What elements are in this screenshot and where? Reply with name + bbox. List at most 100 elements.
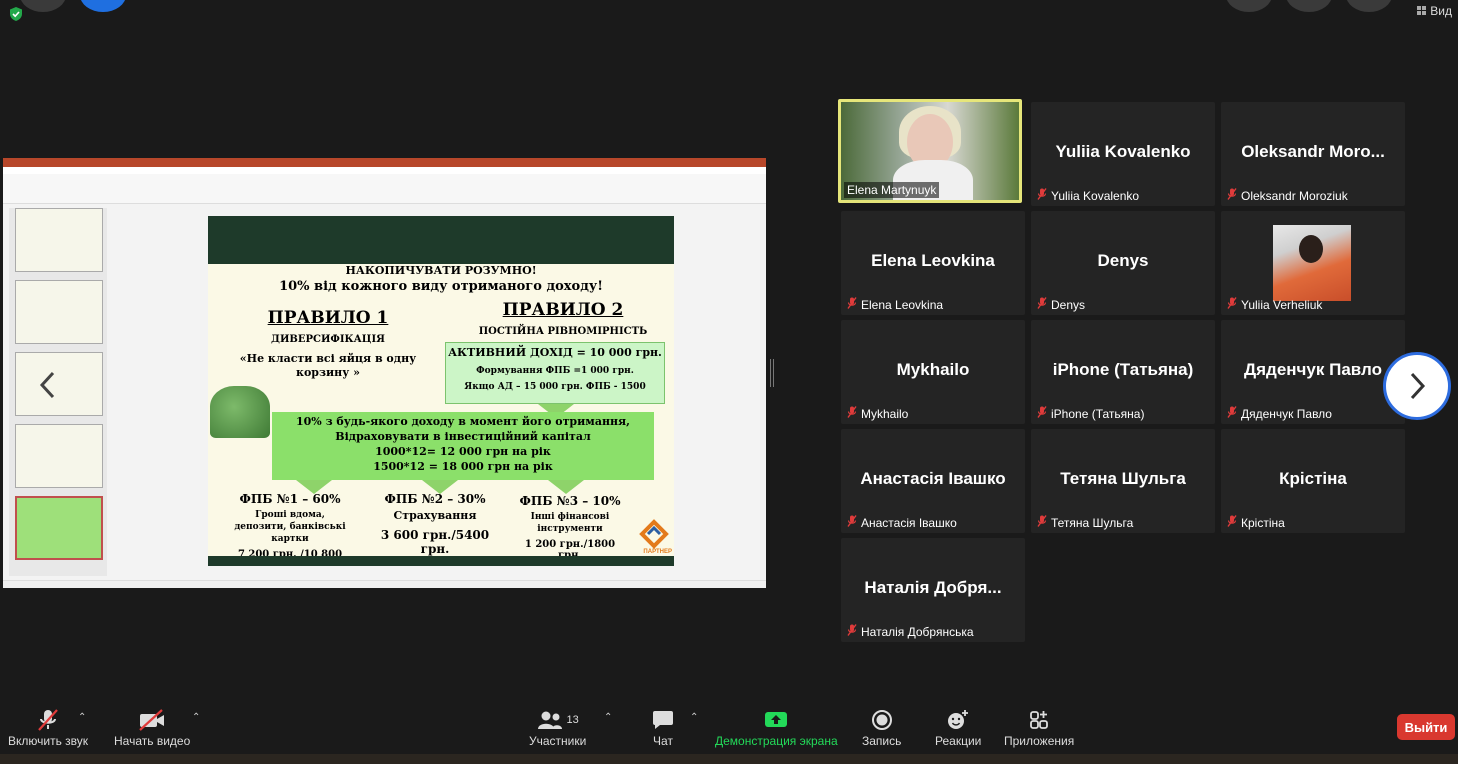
participant-name-label: Анастасія Івашко xyxy=(847,515,957,530)
active-income-text: АКТИВНИЙ ДОХІД = 10 000 грн. xyxy=(448,346,662,359)
microphone-muted-icon xyxy=(38,709,58,731)
participant-name: Denys xyxy=(1051,297,1086,312)
split-view-divider[interactable] xyxy=(770,359,774,387)
participant-name-label: Oleksandr Moroziuk xyxy=(1227,188,1348,203)
participants-icon xyxy=(537,711,562,729)
top-bar-button[interactable] xyxy=(1286,0,1332,12)
start-video-button[interactable]: Начать видео xyxy=(114,708,190,748)
participant-name-label: Yuliia Verheliuk xyxy=(1227,297,1322,312)
powerpoint-ribbon xyxy=(3,174,766,204)
partner-logo-icon xyxy=(639,519,669,549)
presentation-slide: НАКОПИЧУВАТИ РОЗУМНО! 10% від кожного ви… xyxy=(208,216,674,566)
participant-name: Крістіна xyxy=(1241,515,1285,530)
record-label: Запись xyxy=(862,734,902,748)
microphone-muted-icon xyxy=(847,515,857,530)
participant-tile[interactable]: Крістіна Крістіна xyxy=(1221,429,1405,533)
rule1-title: ПРАВИЛО 1 xyxy=(267,308,389,328)
participant-name-label: Дяденчук Павло xyxy=(1227,406,1332,421)
chat-options-chevron-up-icon[interactable]: ⌃ xyxy=(690,712,698,723)
participant-display-name: iPhone (Татьяна) xyxy=(1052,360,1194,379)
participant-name-label: Denys xyxy=(1037,297,1085,312)
income-rule-line4: 1500*12 = 18 000 грн на рік xyxy=(373,460,553,473)
rule1-quote: «Не класти всі яйця в одну корзину » xyxy=(239,352,417,379)
slide-thumbnail xyxy=(15,424,103,488)
active-income-box: АКТИВНИЙ ДОХІД = 10 000 грн. Формування … xyxy=(445,342,665,404)
participant-tile[interactable]: Тетяна Шульга Тетяна Шульга xyxy=(1031,429,1215,533)
participant-tile-active-speaker[interactable]: Elena Martynuyk xyxy=(838,99,1022,203)
participant-name-label: Mykhailo xyxy=(847,406,908,421)
participant-tile[interactable]: Наталія Добря... Наталія Добрянська xyxy=(841,538,1025,642)
participant-name-label: Крістіна xyxy=(1227,515,1285,530)
unmute-button[interactable]: Включить звук xyxy=(8,708,88,748)
share-screen-label: Демонстрация экрана xyxy=(715,734,838,748)
chat-icon xyxy=(653,711,673,729)
if-ad-text: Якщо АД – 15 000 грн. ФПБ - 1500 xyxy=(464,382,646,392)
top-bar-button[interactable] xyxy=(1346,0,1392,12)
top-bar-button-blue[interactable] xyxy=(80,0,126,12)
powerpoint-title-bar xyxy=(3,158,766,167)
participant-display-name: Тетяна Шульга xyxy=(1060,469,1186,488)
participants-options-chevron-up-icon[interactable]: ⌃ xyxy=(604,712,612,723)
chat-button[interactable]: Чат xyxy=(652,708,674,748)
participant-tile[interactable]: Дяденчук Павло Дяденчук Павло xyxy=(1221,320,1405,424)
next-page-button[interactable] xyxy=(1383,352,1451,420)
participant-tile[interactable]: Oleksandr Moro... Oleksandr Moroziuk xyxy=(1221,102,1405,206)
participant-tile[interactable]: Mykhailo Mykhailo xyxy=(841,320,1025,424)
microphone-muted-icon xyxy=(1037,188,1047,203)
video-options-chevron-up-icon[interactable]: ⌃ xyxy=(192,712,200,723)
share-screen-button[interactable]: Демонстрация экрана xyxy=(715,708,838,748)
unmute-label: Включить звук xyxy=(8,734,89,748)
grid-view-icon xyxy=(1417,6,1427,15)
participant-tile[interactable]: Yuliia Kovalenko Yuliia Kovalenko xyxy=(1031,102,1215,206)
reactions-button[interactable]: Реакции xyxy=(935,708,981,748)
participant-name-label: Yuliia Kovalenko xyxy=(1037,188,1139,203)
participant-display-name: Yuliia Kovalenko xyxy=(1055,142,1191,161)
participants-label: Участники xyxy=(529,734,587,748)
leave-button[interactable]: Выйти xyxy=(1397,714,1455,740)
view-button[interactable]: Вид xyxy=(1417,4,1452,18)
fpb1-heading: ФПБ №1 – 60% xyxy=(239,492,341,506)
previous-page-button[interactable] xyxy=(28,360,68,410)
fpb2-column: ФПБ №2 – 30% Страхування 3 600 грн./5400… xyxy=(368,492,502,556)
participant-display-name: Mykhailo xyxy=(896,360,970,379)
participant-tile[interactable]: iPhone (Татьяна) iPhone (Татьяна) xyxy=(1031,320,1215,424)
participant-tile[interactable]: Yuliia Verheliuk xyxy=(1221,211,1405,315)
chevron-left-icon xyxy=(39,371,55,399)
slide-subheading: 10% від кожного виду отриманого доходу! xyxy=(279,279,603,294)
participant-name: Yuliia Verheliuk xyxy=(1241,297,1323,312)
apps-icon xyxy=(1030,711,1049,729)
microphone-muted-icon xyxy=(1037,406,1047,421)
top-bar-button[interactable] xyxy=(20,0,66,12)
share-screen-icon xyxy=(765,712,788,727)
top-bar-button[interactable] xyxy=(1226,0,1272,12)
formation-text: Формування ФПБ =1 000 грн. xyxy=(476,366,634,376)
record-icon xyxy=(871,710,892,730)
rule2-title: ПРАВИЛО 2 xyxy=(502,300,624,320)
participant-display-name: Анастасія Івашко xyxy=(860,469,1006,488)
arrow-down-icon xyxy=(548,480,584,494)
participant-name-label: iPhone (Татьяна) xyxy=(1037,406,1144,421)
shared-screen[interactable]: НАКОПИЧУВАТИ РОЗУМНО! 10% від кожного ви… xyxy=(3,158,766,588)
participant-display-name: Denys xyxy=(1097,251,1149,270)
participant-display-name: Крістіна xyxy=(1279,469,1347,488)
participant-name-label: Тетяна Шульга xyxy=(1037,515,1133,530)
participant-tile[interactable]: Denys Denys xyxy=(1031,211,1215,315)
participant-name: Тетяна Шульга xyxy=(1051,515,1134,530)
record-button[interactable]: Запись xyxy=(862,708,901,748)
fpb1-body: Гроші вдома, депозити, банківські картки xyxy=(234,510,346,544)
fpb1-column: ФПБ №1 – 60% Гроші вдома, депозити, банк… xyxy=(230,492,350,566)
participant-display-name: Дяденчук Павло xyxy=(1244,360,1382,379)
participant-tile[interactable]: Elena Leovkina Elena Leovkina xyxy=(841,211,1025,315)
chat-label: Чат xyxy=(653,734,673,748)
participant-tile[interactable]: Анастасія Івашко Анастасія Івашко xyxy=(841,429,1025,533)
apps-button[interactable]: Приложения xyxy=(1004,708,1074,748)
fpb3-column: ФПБ №3 – 10% Інші фінансові інструменти … xyxy=(512,494,628,561)
microphone-muted-icon xyxy=(847,406,857,421)
participants-button[interactable]: 13 Участники xyxy=(529,708,586,748)
zoom-meeting-window: Вид НАКОПИЧУВАТИ РОЗУМНО! 10% від кожног… xyxy=(0,0,1458,764)
security-shield-icon[interactable] xyxy=(8,6,24,22)
fpb2-body: Страхування xyxy=(393,509,477,522)
audio-options-chevron-up-icon[interactable]: ⌃ xyxy=(78,712,86,723)
slide-heading: НАКОПИЧУВАТИ РОЗУМНО! xyxy=(345,264,537,277)
income-rule-line2: Відраховувати в інвестиційний капітал xyxy=(335,430,591,443)
